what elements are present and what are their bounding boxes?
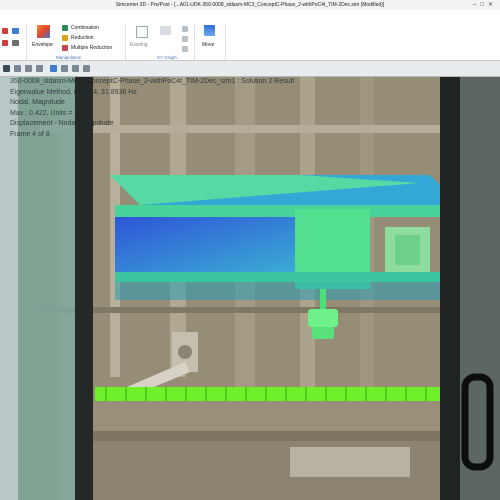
graph-option-icon[interactable] (182, 26, 188, 32)
multiple-reduction-label: Multiple Reduction (71, 45, 113, 51)
base-rail (90, 401, 470, 431)
result-line-method: Eigenvalue Method, Mode 4, 31.8936 Hz (10, 88, 137, 96)
result-line-title: 350-0008_sldasm-MC3_ConceptC-Phase_2-wit… (10, 78, 295, 85)
ribbon-toolbar: Envelope Combination Reduction Multiple … (0, 10, 500, 61)
result-back-plate-grad (115, 217, 315, 272)
result-lower-plate (115, 282, 460, 300)
undo-icon[interactable] (25, 65, 32, 72)
base-rail-lower (90, 431, 470, 441)
result-line-frame: Frame 4 of 8 (10, 130, 50, 138)
ribbon-left-icon[interactable] (2, 28, 8, 34)
window-title: Simcenter 3D - Pre/Post - [...A01-UDK-35… (115, 2, 385, 8)
combination-label: Combination (71, 25, 100, 31)
result-line-nodal: Nodal, Magnitude (10, 99, 65, 106)
result-lower-beam (115, 272, 460, 282)
move-button[interactable]: Move (199, 24, 221, 52)
graph-option-icon-3[interactable] (182, 46, 188, 52)
reduction-icon (62, 35, 68, 41)
result-front-beam (115, 205, 460, 217)
envelope-icon (37, 25, 50, 38)
combination-icon (62, 25, 68, 31)
multiple-reduction-icon (62, 45, 68, 51)
reduction-button[interactable]: Reduction (62, 34, 122, 42)
filter-icon[interactable] (72, 65, 79, 72)
menu-icon[interactable] (3, 65, 10, 72)
result-line-displacement: Displacement - Nodal, Magnitude (10, 120, 114, 127)
move-icon (204, 25, 215, 36)
ribbon-separator (125, 24, 126, 60)
xy-tool-button[interactable] (155, 24, 177, 52)
combination-button[interactable]: Combination (62, 24, 122, 32)
save-icon[interactable] (14, 65, 21, 72)
ribbon-separator (194, 24, 195, 60)
door-frame-right (440, 77, 460, 500)
ribbon-left-icon-3[interactable] (2, 40, 8, 46)
envelope-button[interactable]: Envelope (32, 24, 56, 52)
graph-option-icon-2[interactable] (182, 36, 188, 42)
ribbon-separator (225, 24, 226, 60)
result-rod (320, 289, 326, 311)
result-sensor-tip (312, 327, 334, 339)
xy-graph-group-label: XY Graph (157, 55, 177, 60)
ribbon-separator (26, 24, 27, 60)
ribbon-left-icon-4[interactable] (12, 40, 19, 46)
result-conveyor (95, 387, 465, 401)
manipulation-group-label: Manipulation (56, 55, 82, 60)
graph-icon (136, 26, 148, 38)
move-label: Move (202, 42, 215, 48)
envelope-label: Envelope (32, 42, 53, 48)
result-motor-inner (395, 235, 420, 265)
result-sensor (308, 309, 338, 327)
view-toolbar (0, 61, 500, 77)
xy-tool-icon (160, 26, 171, 35)
gripper-joint (178, 345, 192, 359)
result-header: 350-0008_sldasm-MC3_ConceptC-Phase_2-wit… (10, 77, 340, 147)
base-bracket (290, 447, 410, 477)
floor (90, 441, 470, 500)
result-line-max: Max : 0.422, Units = mm (10, 109, 87, 117)
existing-label: Existing (130, 42, 148, 48)
view-icon[interactable] (50, 65, 57, 72)
reduction-label: Reduction (71, 35, 94, 41)
beam (40, 307, 460, 313)
multiple-reduction-button[interactable]: Multiple Reduction (62, 44, 132, 52)
ribbon-left-icon-2[interactable] (12, 28, 19, 34)
window-controls[interactable]: –□✕ (473, 0, 497, 10)
redo-icon[interactable] (36, 65, 43, 72)
existing-button[interactable]: Existing (130, 24, 152, 52)
render-icon[interactable] (61, 65, 68, 72)
select-icon[interactable] (83, 65, 90, 72)
